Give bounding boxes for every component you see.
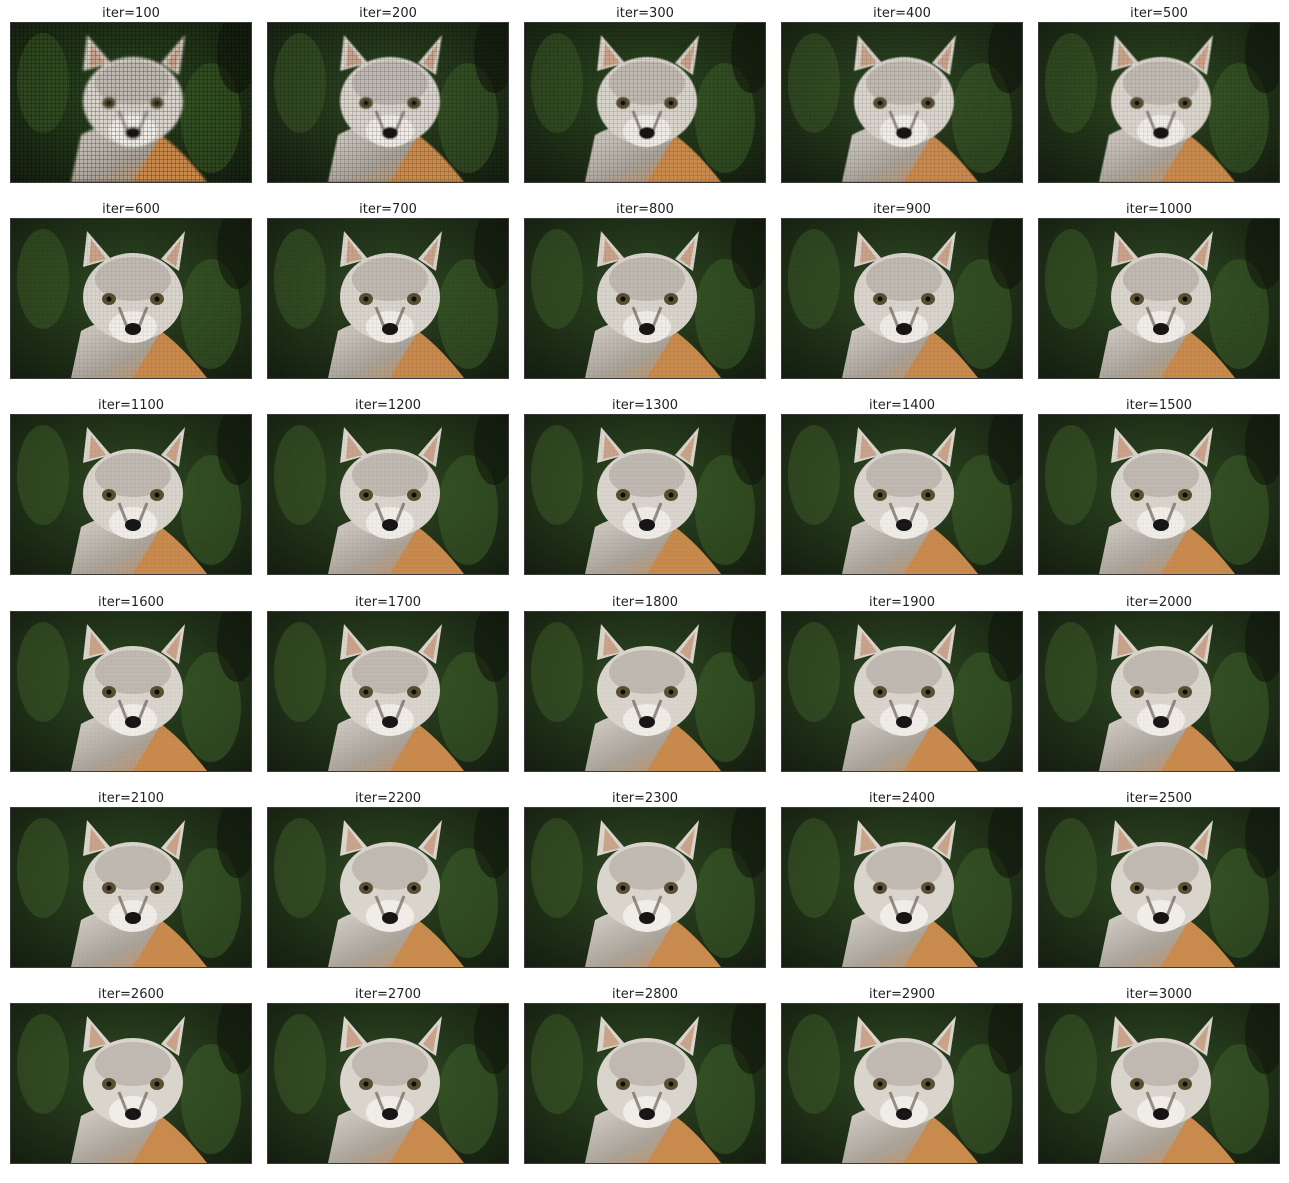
panel-title: iter=2300 bbox=[611, 791, 679, 806]
panel-title: iter=1300 bbox=[611, 398, 679, 413]
panel-title: iter=400 bbox=[873, 6, 931, 21]
panel-title: iter=1400 bbox=[868, 398, 936, 413]
fox-image bbox=[524, 22, 766, 183]
panel-title: iter=2900 bbox=[868, 987, 936, 1002]
panel-title: iter=1100 bbox=[97, 398, 165, 413]
panel-title: iter=2000 bbox=[1125, 595, 1193, 610]
fox-image bbox=[781, 218, 1023, 379]
fox-image bbox=[524, 218, 766, 379]
panel-title: iter=3000 bbox=[1125, 987, 1193, 1002]
panel: iter=300 bbox=[524, 0, 766, 183]
fox-image bbox=[524, 611, 766, 772]
panel-title: iter=200 bbox=[359, 6, 417, 21]
fox-image bbox=[267, 414, 509, 575]
panel: iter=100 bbox=[10, 0, 252, 183]
panel: iter=1700 bbox=[267, 589, 509, 772]
panel-title: iter=800 bbox=[616, 202, 674, 217]
image-grid: iter=100 iter=200 iter=300 iter=400 iter=500… bbox=[0, 0, 1289, 1183]
panel-title: iter=900 bbox=[873, 202, 931, 217]
fox-image bbox=[1038, 22, 1280, 183]
panel-title: iter=2100 bbox=[97, 791, 165, 806]
panel: iter=1500 bbox=[1038, 392, 1280, 575]
panel: iter=200 bbox=[267, 0, 509, 183]
panel: iter=900 bbox=[781, 196, 1023, 379]
fox-image bbox=[781, 22, 1023, 183]
panel: iter=700 bbox=[267, 196, 509, 379]
panel-title: iter=2600 bbox=[97, 987, 165, 1002]
panel: iter=2800 bbox=[524, 981, 766, 1164]
panel-title: iter=600 bbox=[102, 202, 160, 217]
panel-title: iter=1500 bbox=[1125, 398, 1193, 413]
panel: iter=2200 bbox=[267, 785, 509, 968]
fox-image bbox=[10, 1003, 252, 1164]
panel-title: iter=500 bbox=[1130, 6, 1188, 21]
panel: iter=2400 bbox=[781, 785, 1023, 968]
fox-image bbox=[781, 1003, 1023, 1164]
panel-title: iter=300 bbox=[616, 6, 674, 21]
panel: iter=2600 bbox=[10, 981, 252, 1164]
fox-image bbox=[10, 22, 252, 183]
panel-title: iter=1900 bbox=[868, 595, 936, 610]
fox-image bbox=[267, 611, 509, 772]
panel-title: iter=2500 bbox=[1125, 791, 1193, 806]
panel-title: iter=2200 bbox=[354, 791, 422, 806]
panel: iter=1600 bbox=[10, 589, 252, 772]
fox-image bbox=[267, 22, 509, 183]
panel: iter=2700 bbox=[267, 981, 509, 1164]
fox-image bbox=[10, 611, 252, 772]
fox-image bbox=[10, 807, 252, 968]
panel-title: iter=1700 bbox=[354, 595, 422, 610]
panel-title: iter=1000 bbox=[1125, 202, 1193, 217]
panel-title: iter=1200 bbox=[354, 398, 422, 413]
panel: iter=3000 bbox=[1038, 981, 1280, 1164]
fox-image bbox=[1038, 218, 1280, 379]
fox-image bbox=[267, 218, 509, 379]
fox-image bbox=[524, 414, 766, 575]
fox-image bbox=[1038, 807, 1280, 968]
panel-title: iter=1800 bbox=[611, 595, 679, 610]
fox-image bbox=[267, 1003, 509, 1164]
panel: iter=1300 bbox=[524, 392, 766, 575]
fox-image bbox=[524, 807, 766, 968]
panel: iter=1800 bbox=[524, 589, 766, 772]
panel: iter=600 bbox=[10, 196, 252, 379]
panel-title: iter=2800 bbox=[611, 987, 679, 1002]
panel: iter=1400 bbox=[781, 392, 1023, 575]
fox-image bbox=[1038, 414, 1280, 575]
panel-title: iter=700 bbox=[359, 202, 417, 217]
fox-image bbox=[1038, 611, 1280, 772]
fox-image bbox=[1038, 1003, 1280, 1164]
panel: iter=800 bbox=[524, 196, 766, 379]
panel: iter=1200 bbox=[267, 392, 509, 575]
fox-image bbox=[524, 1003, 766, 1164]
panel: iter=2300 bbox=[524, 785, 766, 968]
fox-image bbox=[781, 414, 1023, 575]
fox-image bbox=[10, 414, 252, 575]
panel: iter=1900 bbox=[781, 589, 1023, 772]
fox-image bbox=[781, 611, 1023, 772]
panel-title: iter=2400 bbox=[868, 791, 936, 806]
panel: iter=2000 bbox=[1038, 589, 1280, 772]
panel: iter=1100 bbox=[10, 392, 252, 575]
fox-image bbox=[781, 807, 1023, 968]
panel: iter=2900 bbox=[781, 981, 1023, 1164]
panel-title: iter=2700 bbox=[354, 987, 422, 1002]
fox-image bbox=[267, 807, 509, 968]
panel: iter=2500 bbox=[1038, 785, 1280, 968]
fox-image bbox=[10, 218, 252, 379]
panel-title: iter=100 bbox=[102, 6, 160, 21]
panel: iter=400 bbox=[781, 0, 1023, 183]
panel: iter=1000 bbox=[1038, 196, 1280, 379]
panel: iter=2100 bbox=[10, 785, 252, 968]
panel: iter=500 bbox=[1038, 0, 1280, 183]
panel-title: iter=1600 bbox=[97, 595, 165, 610]
